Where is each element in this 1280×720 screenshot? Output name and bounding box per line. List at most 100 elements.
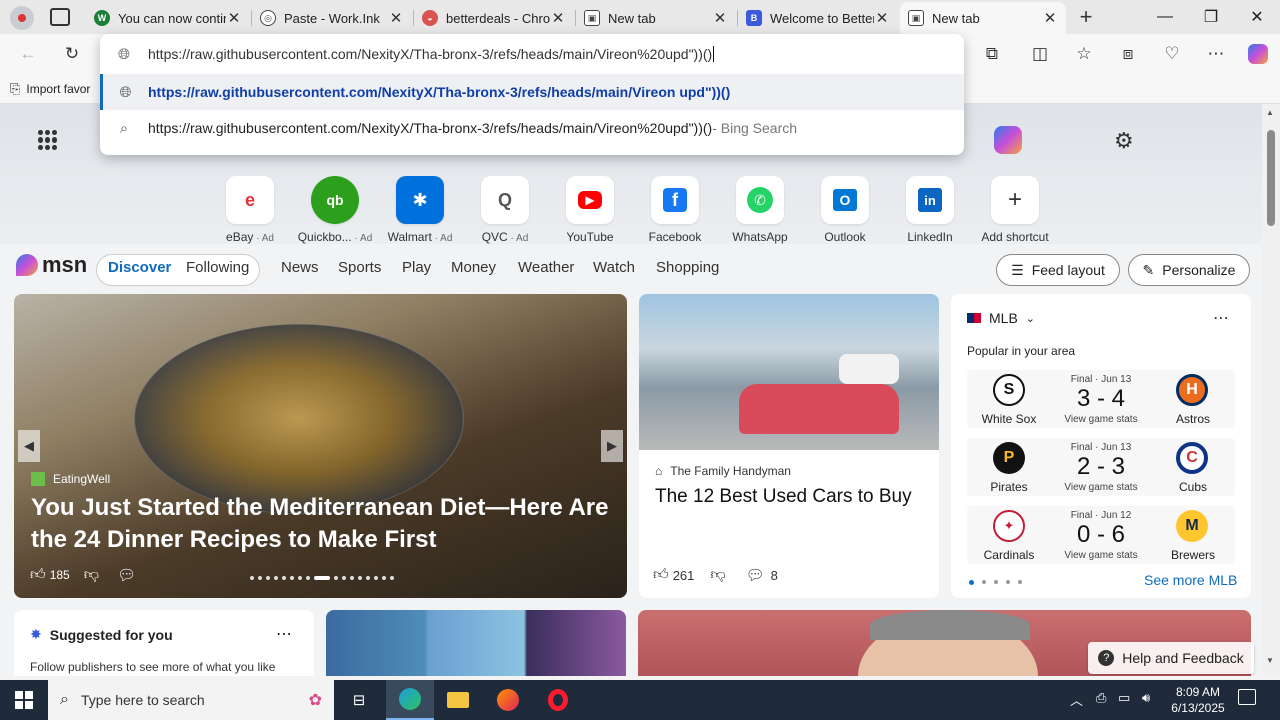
help-feedback-button[interactable]: ? Help and Feedback <box>1088 642 1254 674</box>
close-tab-icon[interactable]: ✕ <box>1042 9 1058 27</box>
game-row[interactable]: ✦ Cardinals Final · Jun 12 0 - 6 View ga… <box>967 506 1235 564</box>
shortcut-quickbooks[interactable]: qb Quickbo... · Ad <box>292 176 378 244</box>
refresh-icon[interactable]: ↻ <box>58 40 86 68</box>
split-screen-icon[interactable]: ◫ <box>1026 40 1054 68</box>
suggestion-url[interactable]: 🌐︎ https://raw.githubusercontent.com/Nex… <box>100 74 964 110</box>
task-view-icon[interactable]: ⊟ <box>335 680 383 720</box>
close-tab-icon[interactable]: ✕ <box>388 9 404 27</box>
tab-6-active[interactable]: ▣ New tab ✕ <box>900 2 1066 34</box>
minimize-icon[interactable]: — <box>1142 0 1188 34</box>
tray-device-icon[interactable]: ⎙ <box>1096 690 1106 706</box>
personalize-icon: ✎ <box>1142 261 1155 278</box>
import-favorites-button[interactable]: ⎘ Import favor <box>10 81 90 97</box>
tab-4[interactable]: ▣ New tab ✕ <box>576 4 736 32</box>
nav-watch[interactable]: Watch <box>593 259 635 276</box>
close-tab-icon[interactable]: ✕ <box>874 9 890 27</box>
tray-chevron-icon[interactable]: ︿ <box>1070 690 1083 709</box>
shortcut-outlook[interactable]: O Outlook <box>802 176 888 244</box>
restore-icon[interactable]: ❐ <box>1188 0 1234 34</box>
comment-icon[interactable]: 💬︎ <box>117 566 136 584</box>
nav-play[interactable]: Play <box>402 259 431 276</box>
address-input-row[interactable]: 🌐︎ https://raw.githubusercontent.com/Nex… <box>100 36 964 72</box>
close-tab-icon[interactable]: ✕ <box>226 9 242 27</box>
see-more-mlb-link[interactable]: See more MLB <box>1144 572 1237 588</box>
network-icon[interactable]: ▭ <box>1118 690 1130 706</box>
copilot-icon[interactable] <box>1244 40 1272 68</box>
extensions-icon[interactable]: ⧉ <box>978 40 1006 68</box>
thumbs-up-icon[interactable]: 👍︎ <box>30 566 46 584</box>
shortcut-qvc[interactable]: Q QVC · Ad <box>462 176 548 244</box>
favorites-icon[interactable]: ☆ <box>1070 40 1098 68</box>
more-options-icon[interactable]: ⋯ <box>276 624 292 644</box>
tab-actions-icon[interactable] <box>50 8 70 26</box>
comment-icon[interactable]: 💬︎ <box>746 566 765 584</box>
tab-1[interactable]: W You can now contin ✕ <box>86 4 250 32</box>
start-button[interactable] <box>0 680 48 720</box>
tab-following[interactable]: Following <box>186 259 249 276</box>
carousel-prev-icon[interactable]: ◀ <box>18 430 40 462</box>
tab-3[interactable]: ◒ betterdeals - Chron ✕ <box>414 4 574 32</box>
cars-headline[interactable]: The 12 Best Used Cars to Buy <box>655 486 925 508</box>
tab-discover[interactable]: Discover <box>108 259 171 276</box>
edge-taskbar-icon[interactable] <box>386 680 434 720</box>
opera-icon[interactable] <box>534 680 582 720</box>
clock[interactable]: 8:09 AM 6/13/2025 <box>1166 684 1230 716</box>
shortcut-linkedin[interactable]: in LinkedIn <box>887 176 973 244</box>
cars-news-card[interactable]: ⌂ The Family Handyman The 12 Best Used C… <box>639 294 939 598</box>
thumbs-down-icon[interactable]: 👎︎ <box>84 566 99 584</box>
suggestion-search[interactable]: ⌕ https://raw.githubusercontent.com/Nexi… <box>100 110 964 146</box>
shortcut-whatsapp[interactable]: ✆ WhatsApp <box>717 176 803 244</box>
firefox-icon[interactable] <box>484 680 532 720</box>
settings-gear-icon[interactable]: ⚙ <box>1114 128 1134 154</box>
file-explorer-icon[interactable] <box>434 680 482 720</box>
feed-layout-button[interactable]: ☰ Feed layout <box>996 254 1120 286</box>
copilot-search-icon[interactable] <box>994 126 1022 154</box>
nav-money[interactable]: Money <box>451 259 496 276</box>
browser-essentials-icon[interactable]: ♡ <box>1158 40 1186 68</box>
game-row[interactable]: P Pirates Final · Jun 13 2 - 3 View game… <box>967 438 1235 496</box>
new-tab-icon[interactable]: + <box>1074 4 1098 30</box>
view-game-stats[interactable]: View game stats <box>1057 414 1145 425</box>
volume-icon[interactable]: 🔊︎ <box>1142 690 1150 706</box>
carousel-next-icon[interactable]: ▶ <box>601 430 623 462</box>
profile-icon[interactable] <box>10 6 34 30</box>
hero-news-card[interactable]: ◀ ▶ EatingWell You Just Started the Medi… <box>14 294 627 598</box>
apps-grid-icon[interactable] <box>38 130 58 150</box>
shortcut-facebook[interactable]: f Facebook <box>632 176 718 244</box>
msn-logo[interactable]: msn <box>16 252 87 278</box>
carousel-dots <box>250 576 394 580</box>
shortcut-ebay[interactable]: e eBay · Ad <box>207 176 293 244</box>
close-tab-icon[interactable]: ✕ <box>712 9 728 27</box>
shortcut-youtube[interactable]: ▶ YouTube <box>547 176 633 244</box>
nav-news[interactable]: News <box>281 259 319 276</box>
search-icon: ⌕ <box>60 691 69 708</box>
collections-icon[interactable]: ⧈ <box>1114 40 1142 68</box>
address-input[interactable]: https://raw.githubusercontent.com/Nexity… <box>148 46 712 62</box>
mlb-header[interactable]: MLB ⌄ <box>967 310 1035 326</box>
game-row[interactable]: S White Sox Final · Jun 13 3 - 4 View ga… <box>967 370 1235 428</box>
thumbs-down-icon[interactable]: 👎︎ <box>710 566 725 584</box>
nav-sports[interactable]: Sports <box>338 259 381 276</box>
page-scrollbar[interactable]: ▲ ▼ <box>1262 104 1280 676</box>
cars-source: ⌂ The Family Handyman <box>655 464 791 478</box>
games-image-card[interactable] <box>326 610 626 676</box>
view-game-stats[interactable]: View game stats <box>1057 550 1145 561</box>
hero-headline[interactable]: You Just Started the Mediterranean Diet—… <box>31 492 611 556</box>
close-window-icon[interactable]: ✕ <box>1234 0 1280 34</box>
tab-5[interactable]: B Welcome to Better ✕ <box>738 4 898 32</box>
view-game-stats[interactable]: View game stats <box>1057 482 1145 493</box>
thumbs-up-icon[interactable]: 👍︎ <box>653 566 669 584</box>
tab-2[interactable]: ◎ Paste - Work.Ink ✕ <box>252 4 412 32</box>
more-menu-icon[interactable]: ⋯ <box>1202 40 1230 68</box>
close-tab-icon[interactable]: ✕ <box>550 9 566 27</box>
notifications-icon[interactable] <box>1238 689 1256 705</box>
nav-weather[interactable]: Weather <box>518 259 574 276</box>
back-icon[interactable]: ← <box>14 40 42 68</box>
taskbar-search-box[interactable]: ⌕ Type here to search ✿ <box>48 680 334 720</box>
more-options-icon[interactable]: ⋯ <box>1213 308 1229 328</box>
personalize-button[interactable]: ✎ Personalize <box>1128 254 1250 286</box>
shortcut-label: Outlook <box>824 230 866 244</box>
shortcut-walmart[interactable]: ✱ Walmart · Ad <box>377 176 463 244</box>
nav-shopping[interactable]: Shopping <box>656 259 719 276</box>
shortcut-add[interactable]: + Add shortcut <box>972 176 1058 244</box>
